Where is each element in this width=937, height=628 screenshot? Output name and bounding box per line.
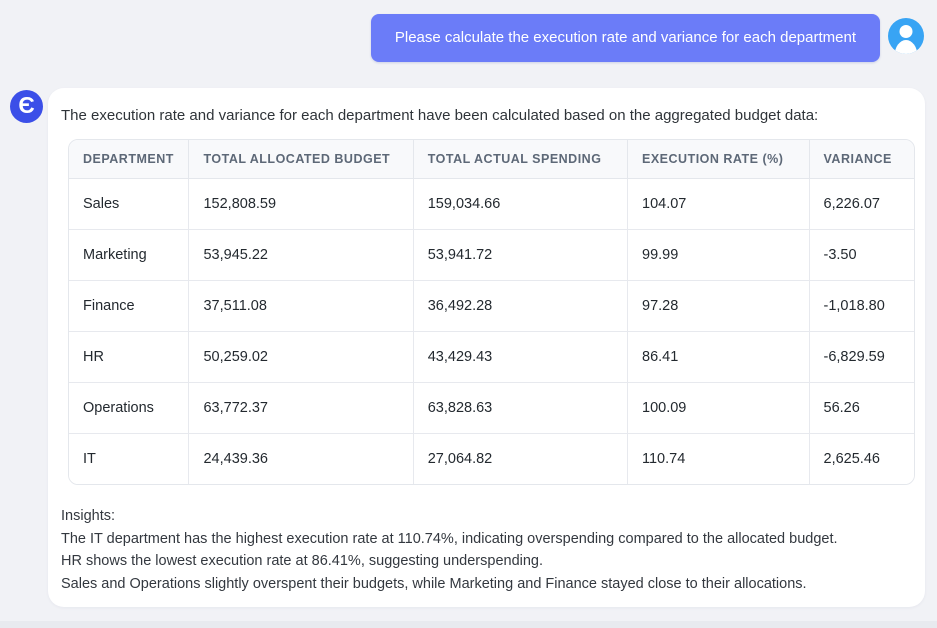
cell-allocated: 53,945.22 xyxy=(188,229,414,281)
table-row: Marketing 53,945.22 53,941.72 99.99 -3.5… xyxy=(69,229,914,281)
cell-actual: 43,429.43 xyxy=(413,331,629,383)
person-icon-body xyxy=(894,40,918,54)
insights-section: Insights: The IT department has the high… xyxy=(61,505,912,595)
cell-rate: 104.07 xyxy=(627,178,810,230)
col-header-actual: TOTAL ACTUAL SPENDING xyxy=(413,140,629,179)
page-bottom-strip xyxy=(0,621,937,628)
col-header-rate: EXECUTION RATE (%) xyxy=(627,140,810,179)
cell-department: Operations xyxy=(69,382,190,434)
cell-rate: 97.28 xyxy=(627,280,810,332)
cell-allocated: 24,439.36 xyxy=(188,433,414,484)
cell-rate: 99.99 xyxy=(627,229,810,281)
col-header-department: DEPARTMENT xyxy=(69,140,190,179)
assistant-logo-icon: Є xyxy=(10,90,43,123)
cell-rate: 110.74 xyxy=(627,433,810,484)
assistant-intro-text: The execution rate and variance for each… xyxy=(61,107,819,124)
assistant-message-row: Є The execution rate and variance for ea… xyxy=(10,88,925,607)
cell-variance: -3.50 xyxy=(809,229,914,281)
table-row: Sales 152,808.59 159,034.66 104.07 6,226… xyxy=(69,178,914,230)
table-header-row: DEPARTMENT TOTAL ALLOCATED BUDGET TOTAL … xyxy=(69,140,914,179)
insight-line: HR shows the lowest execution rate at 86… xyxy=(61,553,544,569)
user-avatar-icon xyxy=(888,18,924,54)
cell-actual: 53,941.72 xyxy=(413,229,629,281)
assistant-message-card: The execution rate and variance for each… xyxy=(48,88,925,607)
table-row: Operations 63,772.37 63,828.63 100.09 56… xyxy=(69,382,914,434)
cell-allocated: 63,772.37 xyxy=(188,382,414,434)
user-message-row: Please calculate the execution rate and … xyxy=(370,14,924,62)
insight-line: Sales and Operations slightly overspent … xyxy=(61,575,807,592)
cell-rate: 100.09 xyxy=(627,382,810,434)
cell-actual: 63,828.63 xyxy=(413,382,629,434)
cell-department: Marketing xyxy=(69,229,190,281)
col-header-variance: VARIANCE xyxy=(809,140,914,179)
cell-variance: 6,226.07 xyxy=(809,178,914,230)
cell-allocated: 50,259.02 xyxy=(188,331,414,383)
budget-table-container: DEPARTMENT TOTAL ALLOCATED BUDGET TOTAL … xyxy=(68,139,915,485)
table-row: Finance 37,511.08 36,492.28 97.28 -1,018… xyxy=(69,280,914,332)
cell-variance: -1,018.80 xyxy=(809,280,914,332)
cell-variance: 56.26 xyxy=(809,382,914,434)
cell-actual: 27,064.82 xyxy=(413,433,629,484)
table-row: IT 24,439.36 27,064.82 110.74 2,625.46 xyxy=(69,433,914,484)
cell-allocated: 152,808.59 xyxy=(188,178,414,230)
cell-variance: 2,625.46 xyxy=(809,433,914,484)
cell-department: Finance xyxy=(69,280,190,332)
insights-label: Insights: xyxy=(61,508,115,524)
cell-department: HR xyxy=(69,331,190,383)
person-icon-head xyxy=(899,25,913,38)
cell-department: IT xyxy=(69,433,190,484)
cell-allocated: 37,511.08 xyxy=(188,280,414,332)
cell-department: Sales xyxy=(69,178,190,230)
cell-rate: 86.41 xyxy=(627,331,810,383)
table-row: HR 50,259.02 43,429.43 86.41 -6,829.59 xyxy=(69,331,914,383)
budget-table: DEPARTMENT TOTAL ALLOCATED BUDGET TOTAL … xyxy=(69,140,914,484)
cell-variance: -6,829.59 xyxy=(809,331,914,383)
user-message-bubble: Please calculate the execution rate and … xyxy=(370,14,880,62)
insight-line: The IT department has the highest execut… xyxy=(61,530,838,547)
cell-actual: 159,034.66 xyxy=(413,178,629,230)
cell-actual: 36,492.28 xyxy=(413,280,629,332)
col-header-allocated: TOTAL ALLOCATED BUDGET xyxy=(188,140,414,179)
